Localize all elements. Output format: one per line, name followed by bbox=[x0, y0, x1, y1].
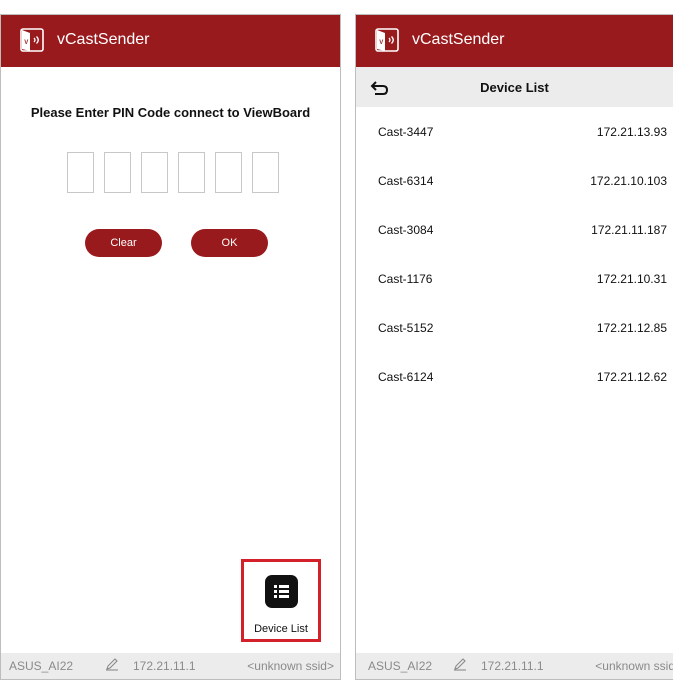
app-title: vCastSender bbox=[57, 31, 150, 48]
ip-address: 172.21.11.1 bbox=[481, 659, 544, 673]
pin-digit-6[interactable] bbox=[252, 152, 279, 193]
device-name: ASUS_AI22 bbox=[9, 659, 74, 673]
pin-entry-screen: V vCastSender Please Enter PIN Code conn… bbox=[0, 14, 341, 680]
device-ip: 172.21.10.103 bbox=[590, 174, 667, 188]
device-ip: 172.21.11.187 bbox=[591, 223, 667, 237]
device-ip: 172.21.12.85 bbox=[596, 321, 667, 335]
pin-digit-5[interactable] bbox=[215, 152, 242, 193]
device-list-label: Device List bbox=[254, 623, 308, 635]
app-title: vCastSender bbox=[412, 31, 505, 48]
device-name: Cast-6314 bbox=[378, 174, 434, 188]
list-icon bbox=[265, 575, 298, 608]
device-name: Cast-3447 bbox=[378, 125, 434, 139]
pin-digit-4[interactable] bbox=[178, 152, 205, 193]
status-bar: ASUS_AI22 172.21.11.1 <unknown ssid bbox=[356, 653, 673, 679]
clear-button[interactable]: Clear bbox=[85, 229, 162, 257]
ip-address: 172.21.11.1 bbox=[133, 659, 196, 673]
device-ip: 172.21.12.62 bbox=[596, 370, 667, 384]
device-name: ASUS_AI22 bbox=[368, 659, 433, 673]
device-ip: 172.21.10.31 bbox=[596, 272, 667, 286]
device-name: Cast-3084 bbox=[378, 223, 434, 237]
device-name: Cast-1176 bbox=[378, 272, 433, 286]
app-bar: V vCastSender bbox=[356, 15, 673, 67]
device-row[interactable]: Cast-6124 172.21.12.62 bbox=[356, 352, 673, 401]
vcast-logo-icon: V bbox=[20, 28, 44, 52]
device-row[interactable]: Cast-5152 172.21.12.85 bbox=[356, 303, 673, 352]
device-row[interactable]: Cast-1176 172.21.10.31 bbox=[356, 254, 673, 303]
ok-button[interactable]: OK bbox=[191, 229, 268, 257]
ssid-label: <unknown ssid bbox=[595, 659, 673, 673]
pin-digit-2[interactable] bbox=[104, 152, 131, 193]
device-list: Cast-3447 172.21.13.93 Cast-6314 172.21.… bbox=[356, 107, 673, 401]
pin-code-input[interactable] bbox=[67, 152, 279, 193]
device-list-button[interactable]: Device List bbox=[241, 559, 321, 642]
svg-text:V: V bbox=[24, 40, 28, 46]
device-list-screen: V vCastSender Device List Cast-3447 172.… bbox=[355, 14, 673, 680]
pin-prompt: Please Enter PIN Code connect to ViewBoa… bbox=[30, 105, 311, 120]
pencil-edit-icon[interactable] bbox=[105, 657, 119, 671]
device-row[interactable]: Cast-3084 172.21.11.187 bbox=[356, 205, 673, 254]
device-list-title: Device List bbox=[480, 80, 549, 95]
device-row[interactable]: Cast-6314 172.21.10.103 bbox=[356, 156, 673, 205]
pin-digit-3[interactable] bbox=[141, 152, 168, 193]
ssid-label: <unknown ssid> bbox=[247, 659, 334, 673]
device-list-header: Device List bbox=[356, 67, 673, 107]
device-ip: 172.21.13.93 bbox=[596, 125, 667, 139]
pencil-edit-icon[interactable] bbox=[453, 657, 467, 671]
device-name: Cast-6124 bbox=[378, 370, 434, 384]
device-name: Cast-5152 bbox=[378, 321, 434, 335]
pin-digit-1[interactable] bbox=[67, 152, 94, 193]
app-bar: V vCastSender bbox=[1, 15, 340, 67]
device-row[interactable]: Cast-3447 172.21.13.93 bbox=[356, 107, 673, 156]
status-bar: ASUS_AI22 172.21.11.1 <unknown ssid> bbox=[1, 653, 340, 679]
vcast-logo-icon: V bbox=[375, 28, 399, 52]
svg-text:V: V bbox=[379, 40, 383, 46]
